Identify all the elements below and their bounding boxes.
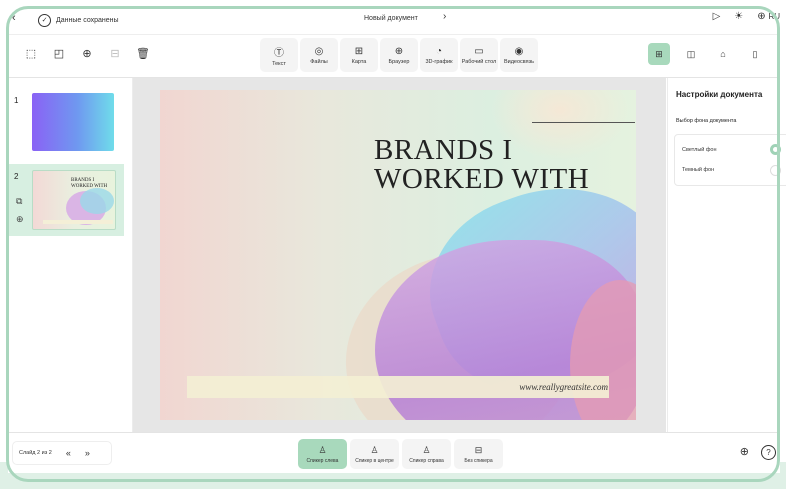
globe-icon: ⊕: [757, 11, 766, 22]
document-settings-panel: Настройки документа Выбор фона документа…: [667, 78, 786, 432]
document-title[interactable]: Новый документ: [364, 15, 418, 22]
slide-navigator: Слайд 2 из 2 « »: [12, 441, 112, 465]
speaker-icon: ♙: [318, 444, 327, 455]
speaker-right-button[interactable]: ♙ Спикер справа: [402, 439, 451, 469]
background-icon[interactable]: ◫: [680, 43, 702, 65]
dark-background-radio[interactable]: [770, 165, 781, 176]
slide-tools: ⬚ ◰ ⊕ ⊟ 🗑: [24, 47, 150, 60]
previous-slide-button[interactable]: «: [66, 448, 71, 458]
browser-tool-button[interactable]: ⊕ Браузер: [380, 38, 418, 72]
tool-label: Файлы: [310, 58, 328, 65]
video-call-tool-button[interactable]: ◉ Видеосвязь: [500, 38, 538, 72]
chart-icon: ◔: [435, 45, 443, 57]
thumb-title: BRANDS I WORKED WITH: [71, 178, 108, 189]
desktop-tool-button[interactable]: ▭ Рабочий стол: [460, 38, 498, 72]
slide-number: 2: [14, 172, 19, 181]
settings-title: Настройки документа: [676, 90, 763, 99]
globe-icon[interactable]: ⊕: [740, 445, 749, 460]
3d-chart-tool-button[interactable]: ◔ 3D-график: [420, 38, 458, 72]
template-icon[interactable]: ◰: [52, 47, 66, 60]
text-tool-button[interactable]: Ⓣ Текст: [260, 38, 298, 72]
slide-thumbnail[interactable]: [32, 93, 114, 151]
light-background-option[interactable]: Светлый фон: [682, 147, 717, 153]
mode-label: Спикер в центре: [355, 457, 394, 464]
insert-tools: Ⓣ Текст ◎ Файлы ⊞ Карта ⊕ Браузер ◔ 3D-график…: [260, 38, 538, 72]
insert-icon[interactable]: ⊕: [80, 47, 94, 60]
help-icon[interactable]: ?: [761, 445, 776, 460]
top-right-actions: ▷ ☀ ⊕ RU: [713, 11, 780, 22]
tool-label: Рабочий стол: [461, 58, 497, 65]
no-speaker-icon: ⊟: [474, 444, 483, 455]
speaker-left-button[interactable]: ♙ Спикер слева: [298, 439, 347, 469]
files-icon: ◎: [314, 45, 324, 57]
add-slide-icon[interactable]: ⬚: [24, 47, 38, 60]
mode-label: Без спикера: [464, 457, 493, 464]
desktop-icon: ▭: [474, 45, 484, 57]
map-tool-button[interactable]: ⊞ Карта: [340, 38, 378, 72]
device-icon[interactable]: ▯: [744, 43, 766, 65]
slide-url[interactable]: www.reallygreatsite.com: [519, 382, 608, 392]
video-call-icon: ◉: [514, 45, 524, 57]
next-slide-button[interactable]: »: [85, 448, 90, 458]
slide-counter: Слайд 2 из 2: [19, 450, 52, 456]
save-status-text: Данные сохранены: [56, 17, 119, 24]
back-icon[interactable]: ‹: [12, 12, 16, 24]
slide-rule-line: [532, 122, 635, 123]
mode-label: Спикер слева: [306, 457, 339, 464]
dark-background-option[interactable]: Темный фон: [682, 167, 714, 173]
light-background-radio[interactable]: [770, 144, 781, 155]
toolbar: ⬚ ◰ ⊕ ⊟ 🗑 Ⓣ Текст ◎ Файлы ⊞ Карта ⊕ Браузер …: [8, 35, 780, 78]
chevron-right-icon[interactable]: ›: [443, 11, 446, 22]
language-selector[interactable]: ⊕ RU: [757, 11, 780, 22]
add-slide-icon[interactable]: ⊕: [16, 214, 24, 225]
trash-icon[interactable]: 🗑: [136, 47, 150, 60]
files-tool-button[interactable]: ◎ Файлы: [300, 38, 338, 72]
panel-tools: ⊞ ◫ ⌂ ▯: [648, 43, 766, 65]
thumb-footer-bar: [43, 220, 113, 224]
thumb-blob: [80, 188, 114, 214]
map-icon: ⊞: [354, 45, 364, 57]
app-frame: ‹ ✓ Данные сохранены Новый документ › ▷ …: [0, 0, 786, 489]
text-icon: Ⓣ: [274, 47, 284, 59]
speaker-icon: ♙: [422, 444, 431, 455]
tool-label: Видеосвязь: [503, 58, 535, 65]
slide-thumbnail[interactable]: BRANDS I WORKED WITH: [32, 170, 116, 230]
speaker-center-button[interactable]: ♙ Спикер в центре: [350, 439, 399, 469]
layout-icon[interactable]: ⊟: [108, 47, 122, 60]
save-status: ✓ Данные сохранены: [38, 14, 119, 27]
slide-title[interactable]: BRANDS I WORKED WITH: [374, 136, 634, 194]
settings-subtitle: Выбор фона документа: [676, 118, 737, 124]
speaker-modes: ♙ Спикер слева ♙ Спикер в центре ♙ Спикер с…: [298, 439, 503, 469]
editor-canvas[interactable]: BRANDS I WORKED WITH www.reallygreatsite…: [133, 78, 666, 432]
home-icon[interactable]: ⌂: [712, 43, 734, 65]
bottom-right-actions: ⊕ ?: [740, 445, 776, 460]
tool-label: Текст: [272, 60, 286, 67]
bottom-bar: Слайд 2 из 2 « » ♙ Спикер слева ♙ Спикер в…: [8, 432, 780, 473]
slide-thumbnail-row[interactable]: 1: [8, 86, 124, 158]
duplicate-slide-icon[interactable]: ⧉: [16, 196, 22, 207]
slide-thumbnail-row-selected[interactable]: 2 BRANDS I WORKED WITH ⧉ ⊕: [8, 164, 124, 236]
current-slide[interactable]: BRANDS I WORKED WITH www.reallygreatsite…: [160, 90, 636, 420]
language-label: RU: [768, 12, 780, 21]
mode-label: Спикер справа: [409, 457, 444, 464]
slides-panel: 1 2 BRANDS I WORKED WITH ⧉ ⊕: [8, 78, 133, 432]
background-options: Светлый фон Темный фон: [674, 134, 786, 186]
play-icon[interactable]: ▷: [713, 11, 721, 22]
theme-toggle-icon[interactable]: ☀: [734, 11, 743, 22]
speaker-icon: ♙: [370, 444, 379, 455]
slide-number: 1: [14, 96, 19, 105]
browser-icon: ⊕: [394, 45, 404, 57]
tool-label: Браузер: [388, 58, 410, 65]
check-icon: ✓: [38, 14, 51, 27]
tool-label: 3D-график: [425, 58, 453, 65]
tool-label: Карта: [351, 58, 367, 65]
top-bar: ‹ ✓ Данные сохранены Новый документ › ▷ …: [8, 8, 780, 35]
no-speaker-button[interactable]: ⊟ Без спикера: [454, 439, 503, 469]
layout-settings-icon[interactable]: ⊞: [648, 43, 670, 65]
